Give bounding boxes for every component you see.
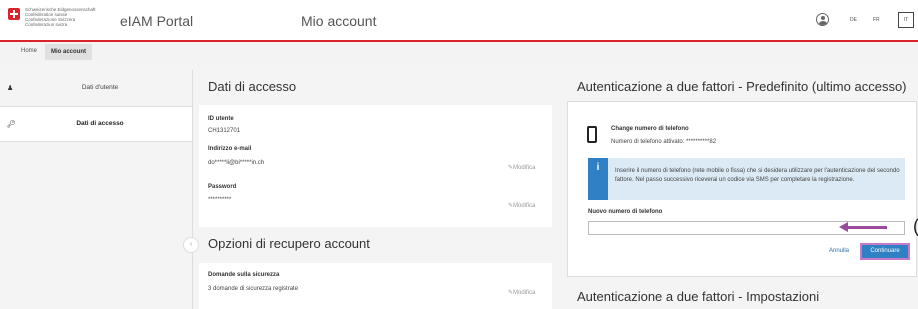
security-questions-label: Domande sulla sicurezza <box>208 272 280 278</box>
sidebar-item-label: Dati di accesso <box>76 120 124 127</box>
user-id-label: ID utente <box>208 116 234 122</box>
email-value: do*****li@bi*****in.ch <box>208 160 265 166</box>
edit-email-link[interactable]: ✎Modifica <box>508 164 535 171</box>
change-phone-title: Change numero di telefono <box>611 126 689 132</box>
cancel-button[interactable]: Annulla <box>829 248 849 254</box>
edit-security-label: Modifica <box>513 290 536 296</box>
user-id-value: CH1312701 <box>208 128 241 134</box>
annotation-arrow <box>847 226 887 229</box>
security-questions-value: 3 domande di sicurezza registrate <box>208 286 299 292</box>
access-title: Dati di accesso <box>208 79 297 94</box>
collapse-sidebar-icon[interactable]: ‹ <box>183 237 199 253</box>
continue-button[interactable]: Continuare <box>860 243 910 260</box>
info-text: Inserire il numero di telefono (rete mob… <box>615 168 900 183</box>
recovery-title: Opzioni di recupero account <box>208 236 370 251</box>
sidebar-item-dati-accesso[interactable]: 🔑︎ Dati di accesso <box>0 106 192 142</box>
tab-home[interactable]: Home <box>17 46 41 56</box>
info-icon: i <box>588 158 608 200</box>
lang-de[interactable]: DE <box>850 17 857 23</box>
new-phone-label: Nuovo numero di telefono <box>588 209 663 215</box>
sidebar-item-dati-utente[interactable]: ♟ Dati d'utente <box>0 71 192 105</box>
lang-it[interactable]: IT <box>898 12 914 28</box>
edit-password-link[interactable]: ✎Modifica <box>508 202 535 209</box>
twofa-settings-title: Autenticazione a due fattori - Impostazi… <box>577 289 820 304</box>
email-label: Indirizzo e-mail <box>208 146 252 152</box>
phone-icon <box>587 126 597 143</box>
tab-bar <box>0 42 918 62</box>
annotation-paren-right: ( <box>913 216 918 237</box>
app-title[interactable]: eIAM Portal <box>120 13 193 29</box>
page-title: Mio account <box>301 13 377 29</box>
annotation-arrow-head <box>839 222 848 232</box>
edit-security-link[interactable]: ✎Modifica <box>508 289 535 296</box>
lang-fr[interactable]: FR <box>873 17 880 23</box>
edit-password-label: Modifica <box>513 203 536 209</box>
tab-mio-account[interactable]: Mio account <box>45 44 93 60</box>
current-phone-number: Numero di telefono attivato: **********8… <box>611 139 717 145</box>
swiss-flag-logo <box>8 8 20 20</box>
confederation-text: Schweizerische Eidgenossenschaft Confédé… <box>25 7 96 27</box>
access-card <box>199 105 552 227</box>
password-label: Password <box>208 184 237 190</box>
edit-email-label: Modifica <box>513 165 536 171</box>
twofa-title: Autenticazione a due fattori - Predefini… <box>577 79 907 94</box>
user-avatar-icon[interactable] <box>816 13 829 26</box>
password-value: ********** <box>208 197 232 203</box>
sidebar-item-label: Dati d'utente <box>81 84 119 91</box>
